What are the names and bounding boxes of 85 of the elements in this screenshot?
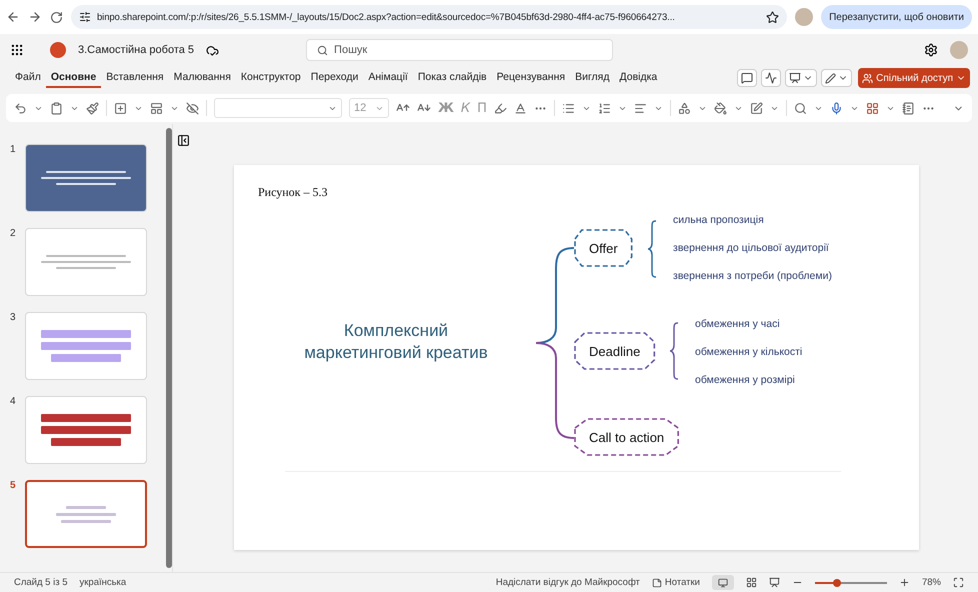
share-button[interactable]: Спільний доступ (858, 68, 970, 88)
slide-number: 1 (10, 144, 17, 155)
new-slide-icon[interactable] (114, 102, 127, 114)
ribbon-tab[interactable]: Показ слайдів (412, 68, 492, 88)
diagram-item: обмеження у розмірі (695, 373, 796, 388)
highlighter-icon[interactable] (494, 102, 507, 114)
notebook-icon[interactable] (902, 102, 915, 114)
site-settings-icon[interactable] (79, 11, 91, 23)
comment-icon (741, 72, 754, 84)
forward-arrow-icon[interactable] (28, 10, 42, 24)
diagram-item: обмеження у кількості (695, 345, 802, 360)
font-color-icon[interactable] (514, 102, 527, 114)
scrollbar[interactable] (166, 128, 172, 568)
diagram-node: Offer (575, 230, 632, 266)
restart-button[interactable]: Перезапустити, щоб оновити (821, 5, 972, 29)
normal-view-button[interactable] (712, 575, 734, 590)
ribbon-tab[interactable]: Вигляд (570, 68, 614, 88)
undo-icon[interactable] (14, 102, 27, 114)
zoom-reading: 78% (922, 577, 941, 588)
ribbon-tab[interactable]: Переходи (306, 68, 364, 88)
app-launcher-icon[interactable] (10, 43, 24, 57)
fit-to-window-icon[interactable] (953, 577, 964, 588)
layout-icon[interactable] (150, 102, 163, 114)
diagram-item: звернення до цільової аудиторії (673, 241, 830, 256)
figure-caption: Рисунок – 5.3 (258, 185, 329, 200)
hide-slide-icon[interactable] (186, 102, 199, 114)
slide-sorter-icon[interactable] (746, 577, 757, 588)
slideshow-icon[interactable] (768, 577, 780, 588)
font-name-field[interactable] (214, 98, 342, 118)
diagram-item: звернення з потреби (проблеми) (673, 269, 832, 284)
ribbon-tab[interactable]: Файл (10, 68, 46, 88)
shapes-icon[interactable] (678, 102, 691, 114)
ribbon-tab[interactable]: Основне (46, 68, 102, 88)
slide-number: 2 (10, 228, 17, 239)
ribbon-tab[interactable]: Анімації (363, 68, 413, 88)
feedback-link[interactable]: Надіслати відгук до Майкрософт (496, 577, 640, 588)
zoom-in-icon[interactable] (898, 577, 910, 588)
search-icon[interactable] (794, 102, 807, 114)
address-bar[interactable]: binpo.sharepoint.com/:p:/r/sites/26_5.5.1SMM-/_layouts/15/Doc2.aspx?action=edit&sourcedoc=%7B045bf63d-2980-4ff4-ac75-f960664273... (71, 5, 788, 29)
slide-number: 4 (10, 396, 17, 407)
small-brace-icon (669, 322, 679, 380)
comments-button[interactable] (737, 69, 758, 87)
edit-mode-button[interactable] (821, 69, 852, 87)
note-icon (652, 578, 662, 588)
slide-number: 3 (10, 312, 17, 323)
presentation-icon (789, 72, 802, 84)
small-brace-icon (647, 220, 657, 278)
diagram-node: Deadline (575, 333, 654, 369)
ribbon-tab[interactable]: Рецензування (492, 68, 570, 88)
fill-icon[interactable] (714, 102, 727, 114)
diagram-title: Комплексний маркетинговий креатив (303, 320, 489, 364)
reload-icon[interactable] (50, 10, 63, 24)
numbering-icon[interactable] (598, 102, 611, 114)
search-icon (317, 44, 328, 56)
activity-button[interactable] (761, 69, 782, 87)
slide-thumbnail[interactable] (25, 480, 147, 548)
microphone-icon[interactable] (830, 102, 843, 114)
diagram-item: сильна пропозиція (673, 213, 765, 228)
ribbon-tab[interactable]: Малювання (168, 68, 236, 88)
bullets-icon[interactable] (562, 102, 575, 114)
slide-counter: Слайд 5 із 5 (14, 577, 68, 588)
cloud-check-icon (206, 44, 220, 56)
ribbon-tab[interactable]: Довідка (614, 68, 662, 88)
bookmark-star-icon[interactable] (766, 10, 780, 24)
pulse-icon (765, 72, 778, 84)
people-icon (862, 72, 874, 84)
app-logo-icon (50, 42, 66, 58)
monitor-icon (718, 578, 728, 588)
align-icon[interactable] (634, 102, 647, 114)
ribbon-tab[interactable]: Конструктор (236, 68, 306, 88)
collapse-pane-icon[interactable] (177, 134, 190, 147)
present-button[interactable] (785, 69, 818, 87)
settings-icon[interactable] (924, 43, 938, 57)
diagram-node: Call to action (575, 419, 678, 455)
pen-icon (825, 72, 836, 84)
format-painter-icon[interactable] (86, 102, 99, 114)
zoom-thumb[interactable] (832, 578, 841, 586)
slide-number: 5 (10, 480, 17, 491)
search-field[interactable]: Пошук (306, 39, 614, 61)
diagram-item: обмеження у часі (695, 317, 781, 332)
ribbon-tab[interactable]: Вставлення (101, 68, 169, 88)
document-title[interactable]: 3.Самостійна робота 5 (78, 44, 194, 56)
notes-button[interactable]: Нотатки (652, 577, 700, 588)
clipboard-icon[interactable] (50, 102, 63, 114)
language-label[interactable]: українська (80, 577, 126, 588)
